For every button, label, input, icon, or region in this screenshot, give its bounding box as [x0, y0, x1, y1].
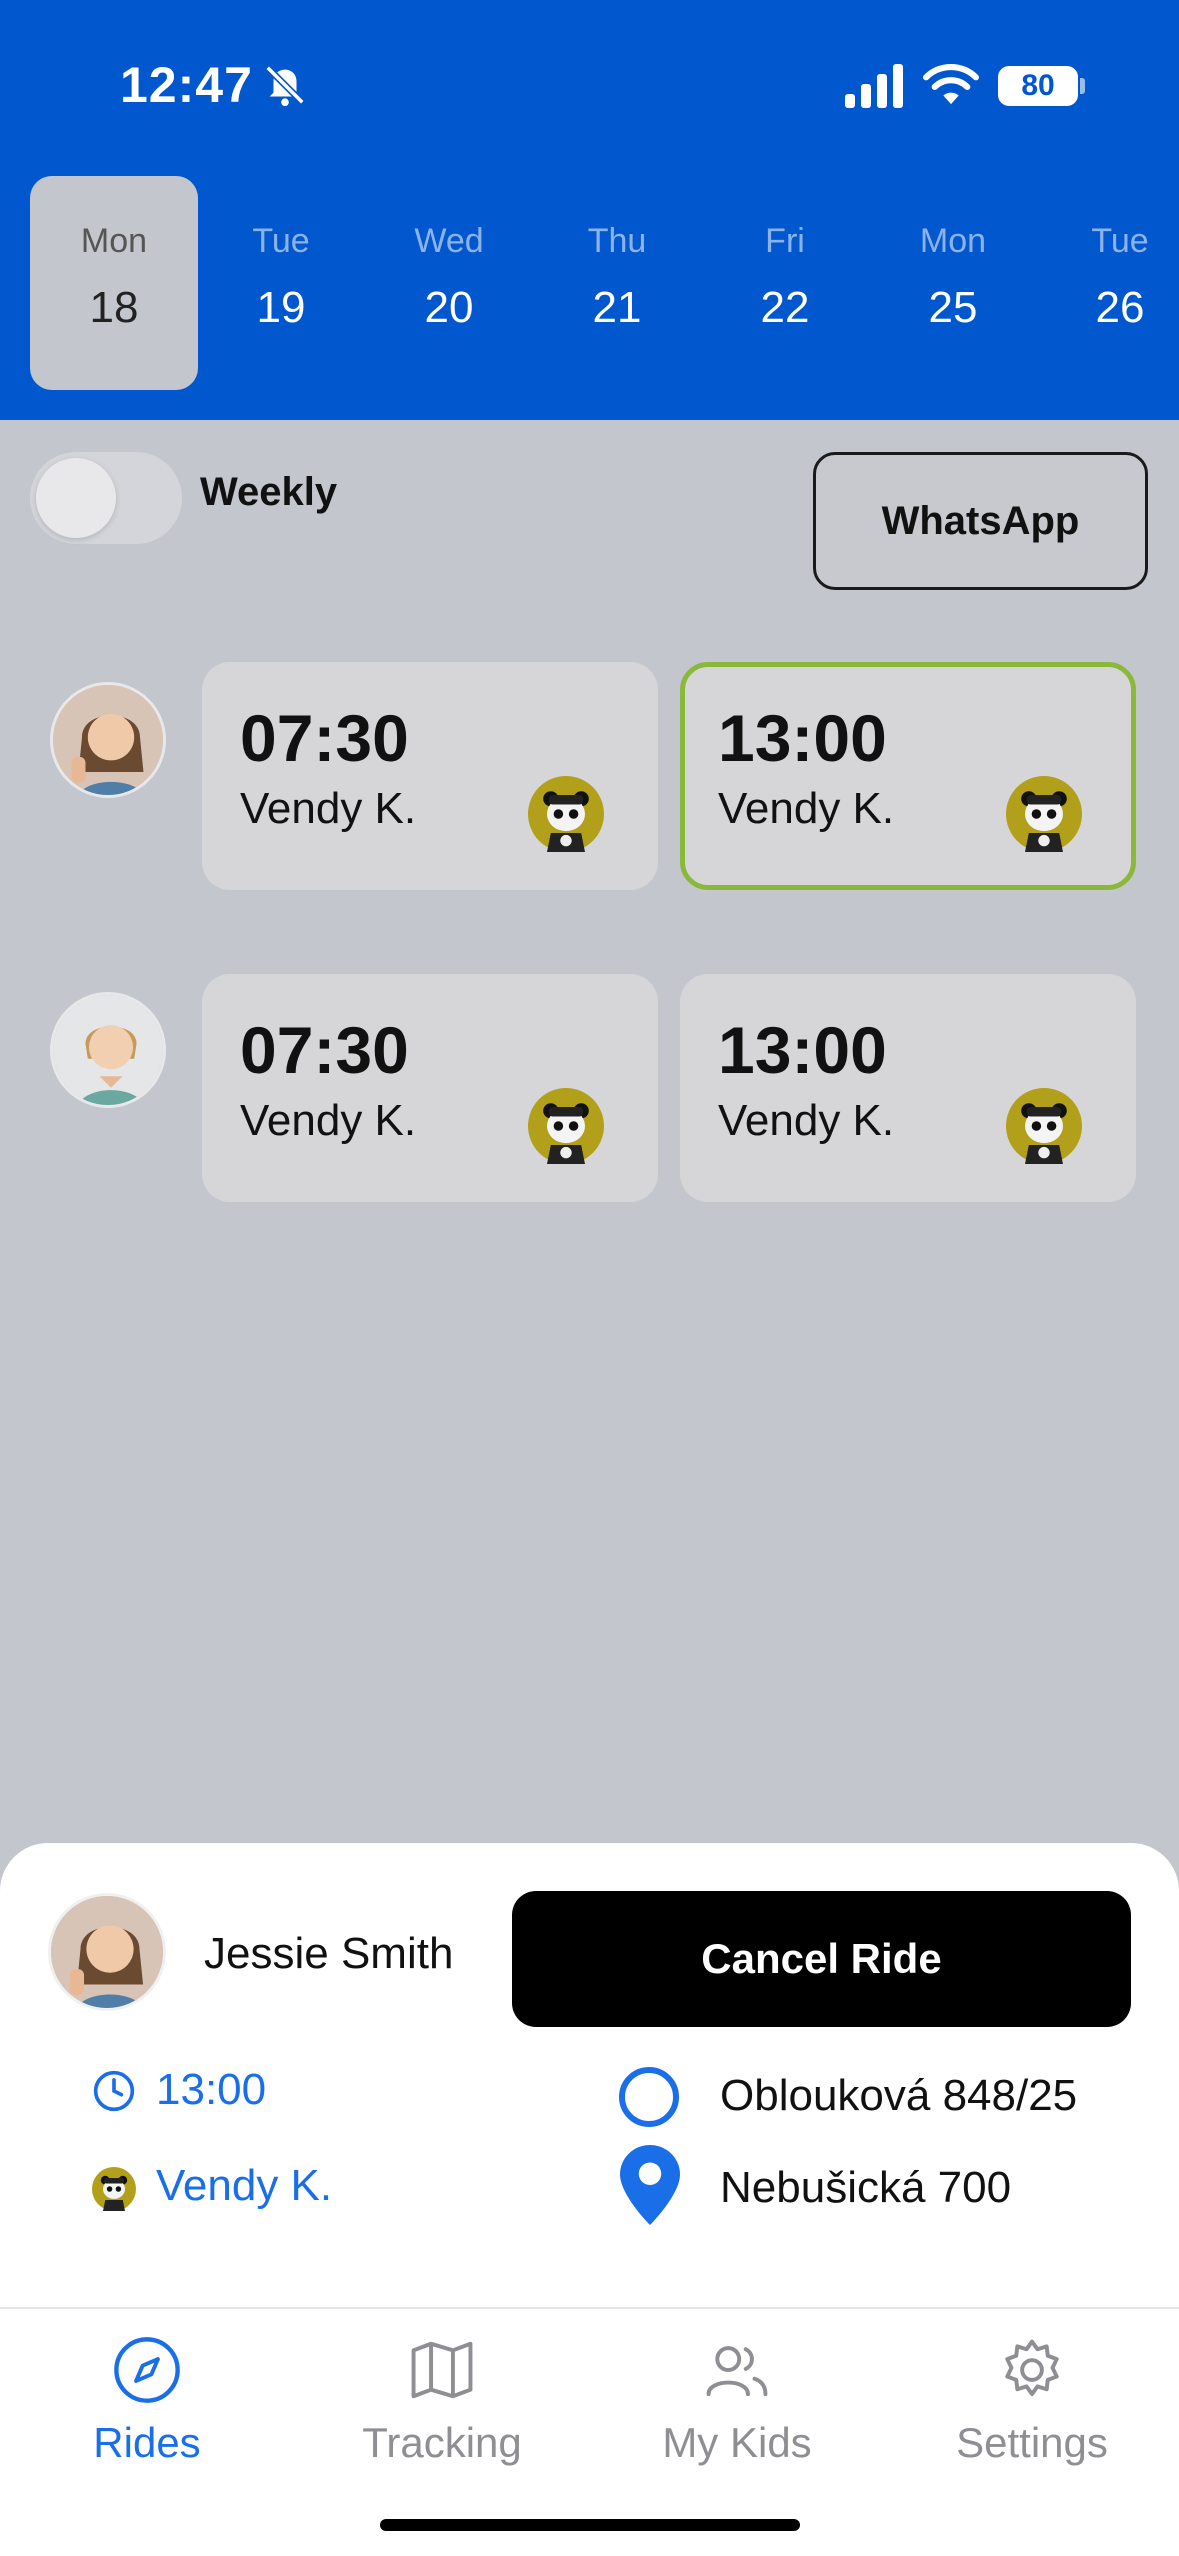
panda-driver-icon	[92, 2167, 136, 2211]
tab-settings[interactable]: Settings	[885, 2309, 1179, 2489]
day-item[interactable]: Mon 25	[869, 176, 1037, 390]
day-name: Tue	[1091, 222, 1149, 260]
day-name: Wed	[414, 222, 484, 260]
day-number: 19	[256, 283, 306, 332]
kid-avatar	[48, 1893, 166, 2011]
header-bar: 12:47 80 Mon 18 Tue 19 Wed 20 Thu 21 Fri…	[0, 0, 1179, 420]
day-name: Mon	[80, 222, 148, 260]
day-number: 18	[89, 283, 139, 332]
weekly-toggle[interactable]	[30, 452, 182, 544]
ride-card[interactable]: 13:00 Vendy K.	[680, 974, 1136, 1202]
ride-time-detail: 13:00	[156, 2065, 267, 2114]
compass-icon	[114, 2337, 180, 2403]
kid-name: Jessie Smith	[204, 1929, 454, 1978]
ride-driver-name: Vendy K.	[240, 784, 417, 833]
panda-driver-icon	[1006, 1088, 1082, 1164]
weekly-label: Weekly	[200, 470, 338, 514]
origin-circle-icon	[619, 2067, 679, 2127]
bell-muted-icon	[265, 65, 305, 107]
ride-time: 13:00	[718, 701, 887, 775]
ride-card[interactable]: 07:30 Vendy K.	[202, 974, 658, 1202]
day-number: 26	[1095, 283, 1145, 332]
day-name: Fri	[765, 222, 805, 260]
destination-address: Nebušická 700	[720, 2163, 1012, 2212]
day-item[interactable]: Tue 26	[1036, 176, 1179, 390]
tab-rides[interactable]: Rides	[0, 2309, 294, 2489]
whatsapp-button[interactable]: WhatsApp	[813, 452, 1148, 590]
ride-card-selected[interactable]: 13:00 Vendy K.	[680, 662, 1136, 890]
users-icon	[706, 2346, 768, 2397]
tab-bar: Rides Tracking My Kids Settings	[0, 2307, 1179, 2556]
kid-avatar[interactable]	[50, 682, 166, 798]
gear-icon	[1005, 2339, 1059, 2397]
tab-my-kids[interactable]: My Kids	[590, 2309, 884, 2489]
battery-tip	[1080, 78, 1085, 94]
day-item[interactable]: Fri 22	[701, 176, 869, 390]
tab-tracking[interactable]: Tracking	[295, 2309, 589, 2489]
day-number: 25	[928, 283, 978, 332]
ride-time: 13:00	[718, 1013, 887, 1087]
tab-label: Tracking	[362, 2419, 522, 2466]
day-name: Tue	[252, 222, 310, 260]
home-indicator	[380, 2519, 800, 2531]
driver-name-link[interactable]: Vendy K.	[156, 2161, 332, 2211]
wifi-icon	[923, 64, 979, 105]
origin-address: Oblouková 848/25	[720, 2071, 1078, 2120]
ride-driver-name: Vendy K.	[240, 1096, 417, 1145]
day-name: Mon	[919, 222, 987, 260]
day-number: 20	[424, 283, 474, 332]
clock-icon	[93, 2070, 135, 2112]
tab-label: My Kids	[662, 2419, 812, 2466]
kid-photo-icon	[53, 995, 163, 1105]
day-item[interactable]: Tue 19	[197, 176, 365, 390]
kid-photo-icon	[53, 685, 163, 795]
ride-driver-name: Vendy K.	[718, 1096, 895, 1145]
day-name: Thu	[587, 222, 647, 260]
day-number: 21	[592, 283, 642, 332]
ride-driver-name: Vendy K.	[718, 784, 895, 833]
day-item[interactable]: Wed 20	[365, 176, 533, 390]
day-item[interactable]: Thu 21	[533, 176, 701, 390]
kid-avatar[interactable]	[50, 992, 166, 1108]
ride-time: 07:30	[240, 701, 409, 775]
day-number: 22	[760, 283, 810, 332]
tab-label: Rides	[93, 2419, 201, 2466]
day-item[interactable]: Mon 18	[30, 176, 198, 390]
ride-time: 07:30	[240, 1013, 409, 1087]
status-time: 12:47	[120, 57, 253, 113]
battery-indicator: 80	[998, 66, 1078, 106]
location-pin-icon	[620, 2145, 680, 2225]
cancel-ride-button[interactable]: Cancel Ride	[512, 1891, 1131, 2027]
toggle-knob	[36, 458, 116, 538]
panda-driver-icon	[528, 776, 604, 852]
panda-driver-icon	[1006, 776, 1082, 852]
tab-label: Settings	[956, 2419, 1108, 2466]
map-icon	[411, 2341, 473, 2399]
ride-card[interactable]: 07:30 Vendy K.	[202, 662, 658, 890]
kid-photo-icon	[51, 1896, 163, 2008]
panda-driver-icon	[528, 1088, 604, 1164]
cellular-signal-icon	[845, 64, 903, 108]
